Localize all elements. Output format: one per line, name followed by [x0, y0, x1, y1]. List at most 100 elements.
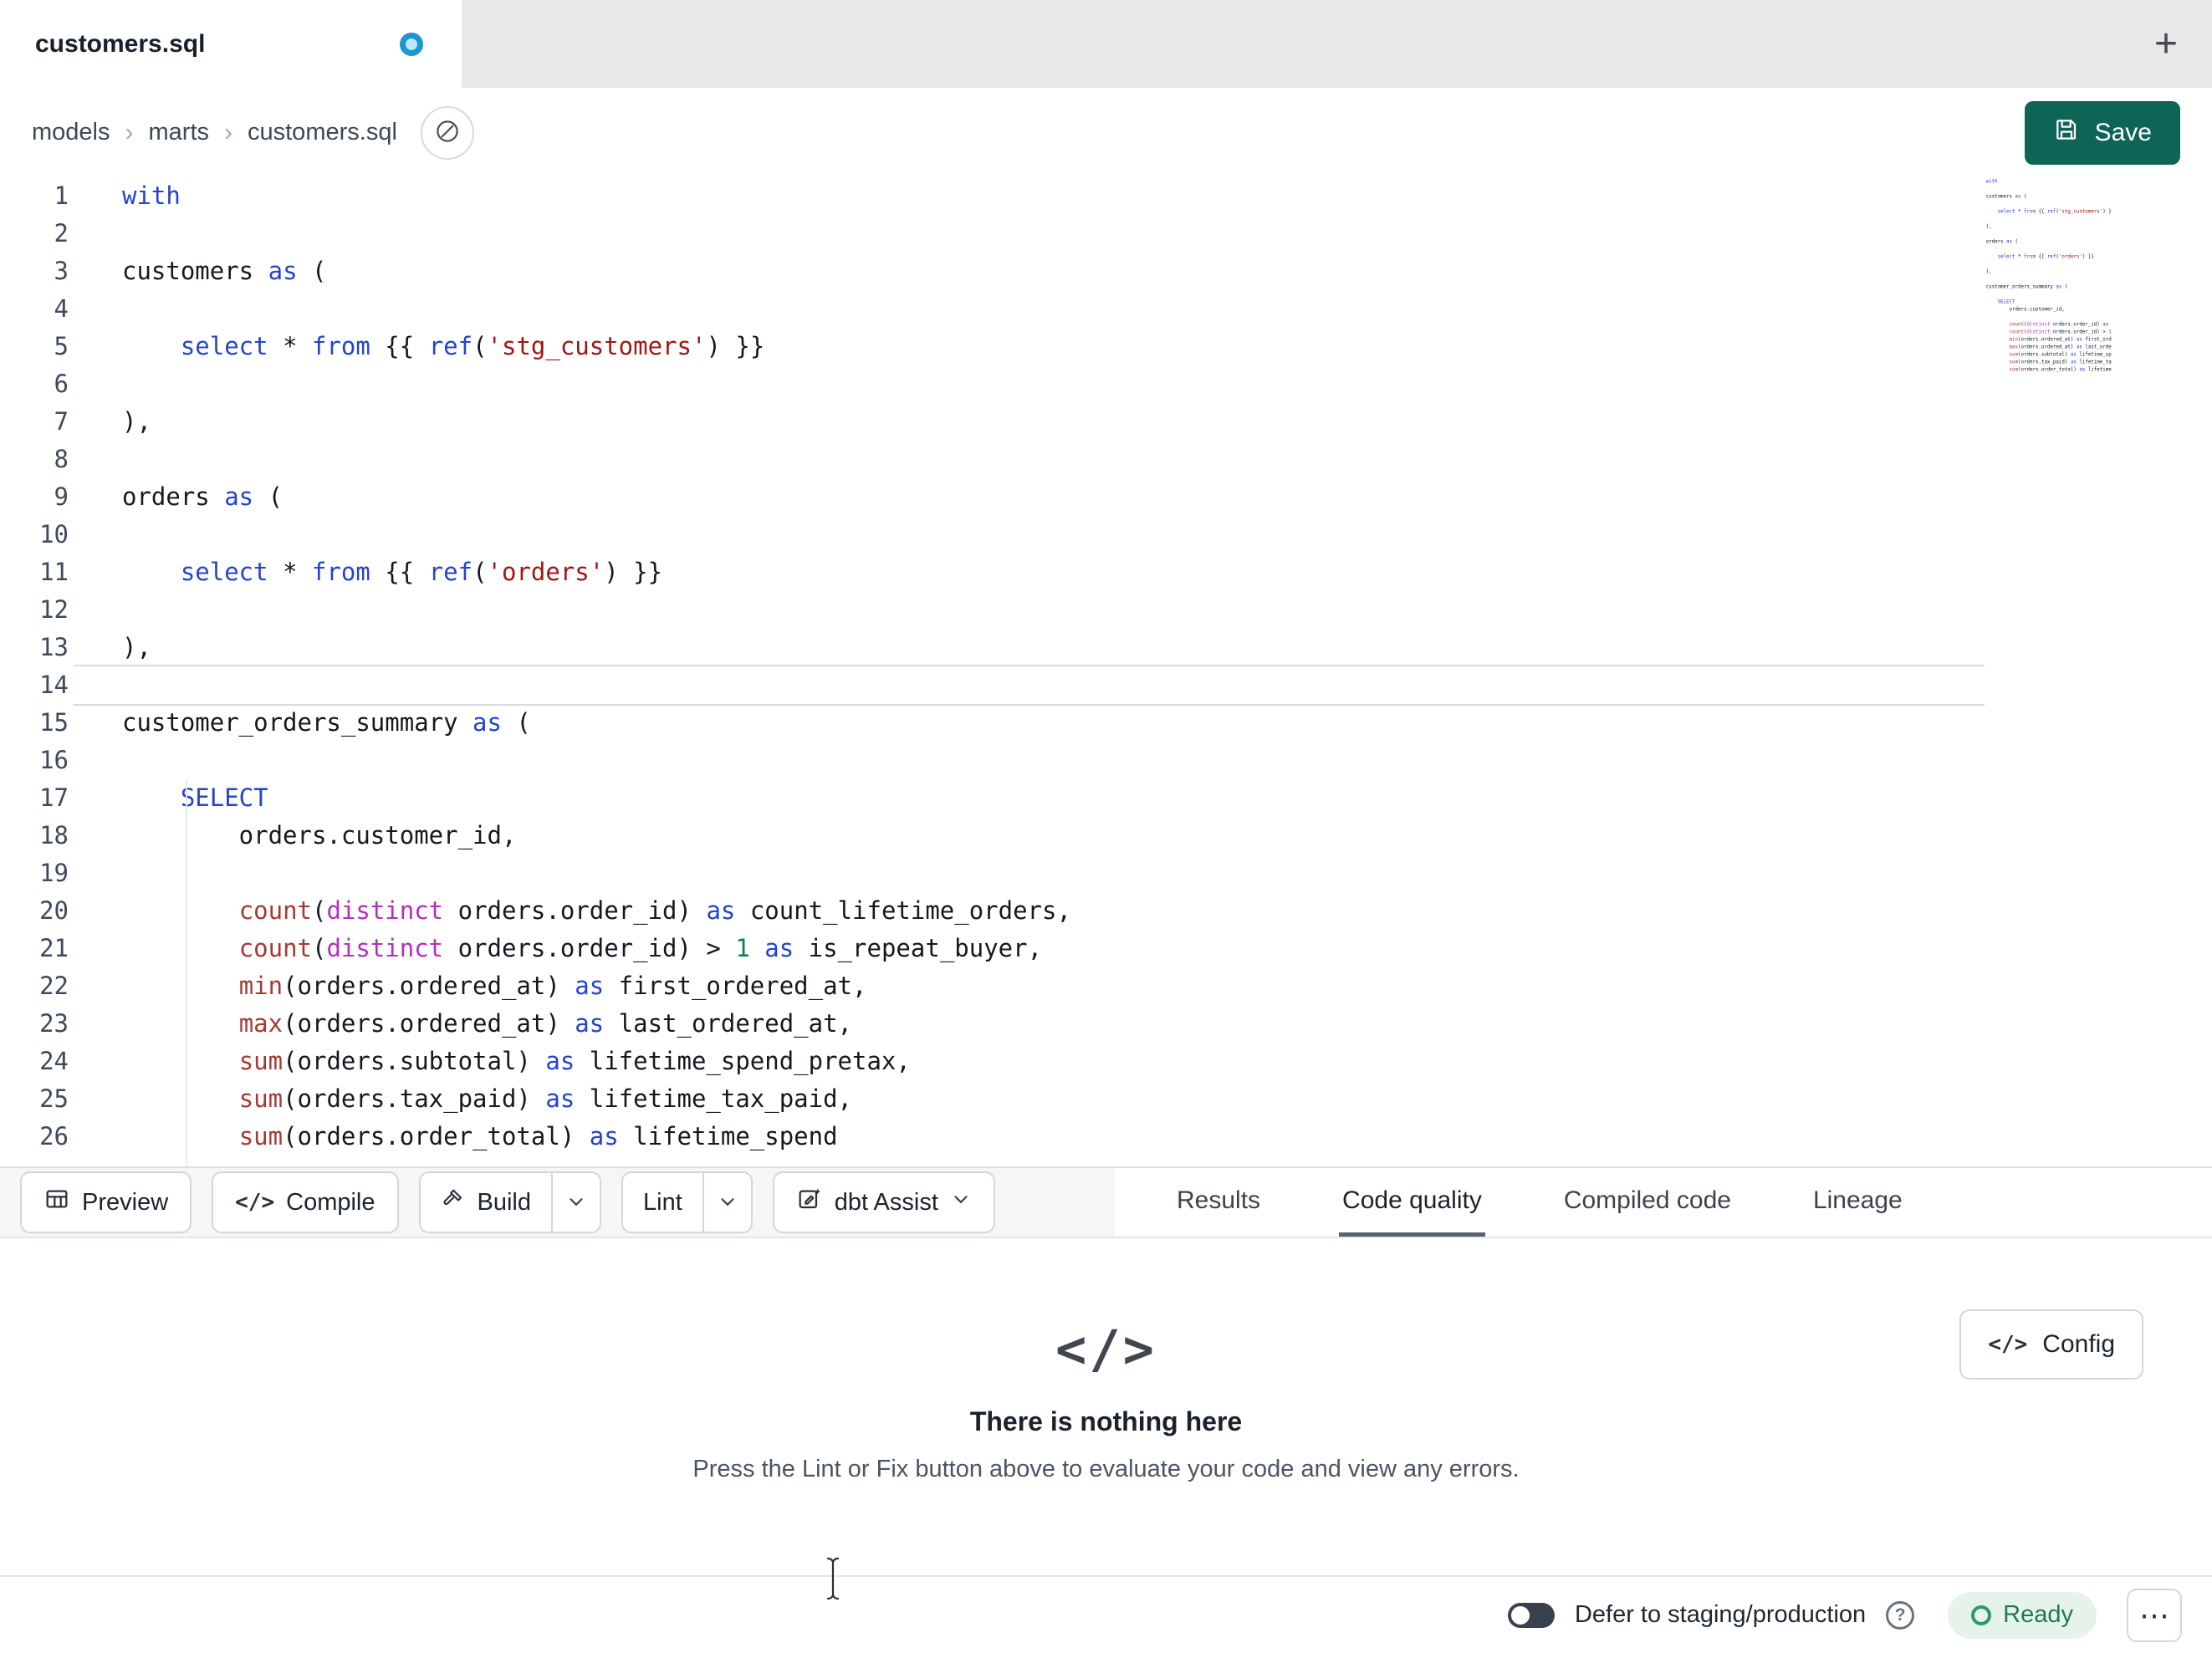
code-text[interactable] — [74, 516, 1985, 554]
code-line-13[interactable]: 13), — [1985, 268, 2112, 275]
code-line-12[interactable]: 12 — [1985, 260, 2112, 268]
code-line-23[interactable]: 23 max(orders.ordered_at) as last_ordere… — [1985, 343, 2112, 350]
code-line-14[interactable]: 14 — [1985, 275, 2112, 283]
code-line-20[interactable]: 20 count(distinct orders.order_id) as co… — [0, 892, 2212, 930]
code-text[interactable]: count(distinct orders.order_id) > 1 as i… — [1985, 328, 2112, 335]
code-line-11[interactable]: 11 select * from {{ ref('orders') }} — [0, 554, 2212, 591]
line-number[interactable]: 1 — [0, 177, 74, 215]
code-text[interactable]: orders.customer_id, — [74, 817, 1985, 855]
result-tab-lineage[interactable]: Lineage — [1810, 1168, 1906, 1237]
code-text[interactable]: orders.customer_id, — [1985, 305, 2112, 313]
code-text[interactable]: customers as ( — [1985, 192, 2112, 200]
code-text[interactable]: SELECT — [1985, 298, 2112, 305]
code-line-4[interactable]: 4 — [1985, 200, 2112, 207]
line-number[interactable]: 21 — [0, 930, 74, 967]
code-line-16[interactable]: 16 — [1985, 290, 2112, 298]
line-number[interactable]: 22 — [0, 967, 74, 1005]
dbt-assist-button[interactable]: dbt Assist — [772, 1171, 995, 1233]
code-line-3[interactable]: 3customers as ( — [1985, 192, 2112, 200]
code-line-2[interactable]: 2 — [1985, 185, 2112, 192]
code-text[interactable] — [74, 855, 1985, 892]
line-number[interactable]: 12 — [0, 591, 74, 629]
line-number[interactable]: 6 — [0, 365, 74, 403]
code-line-5[interactable]: 5 select * from {{ ref('stg_customers') … — [1985, 207, 2112, 215]
code-line-17[interactable]: 17 SELECT — [0, 779, 2212, 817]
preview-button[interactable]: Preview — [20, 1171, 192, 1233]
code-line-25[interactable]: 25 sum(orders.tax_paid) as lifetime_tax_… — [0, 1080, 2212, 1118]
line-number[interactable]: 23 — [0, 1005, 74, 1043]
code-text[interactable] — [74, 365, 1985, 403]
code-text[interactable]: sum(orders.subtotal) as lifetime_spend_p… — [74, 1043, 1985, 1080]
code-line-2[interactable]: 2 — [0, 215, 2212, 253]
code-line-15[interactable]: 15customer_orders_summary as ( — [0, 704, 2212, 742]
lint-dropdown-button[interactable] — [702, 1173, 751, 1232]
compile-button[interactable]: </> Compile — [212, 1171, 399, 1233]
code-line-26[interactable]: 26 sum(orders.order_total) as lifetime_s… — [1985, 365, 2112, 373]
code-text[interactable] — [1985, 200, 2112, 207]
code-line-19[interactable]: 19 — [1985, 313, 2112, 320]
line-number[interactable]: 25 — [0, 1080, 74, 1118]
line-number[interactable]: 9 — [0, 478, 74, 516]
lint-button[interactable]: Lint — [623, 1173, 702, 1232]
code-text[interactable] — [1985, 215, 2112, 222]
code-line-8[interactable]: 8 — [1985, 230, 2112, 237]
code-line-6[interactable]: 6 — [0, 365, 2212, 403]
code-line-10[interactable]: 10 — [1985, 245, 2112, 253]
code-text[interactable]: with — [74, 177, 1985, 215]
code-line-9[interactable]: 9orders as ( — [1985, 237, 2112, 245]
line-number[interactable]: 19 — [0, 855, 74, 892]
line-number[interactable]: 18 — [0, 817, 74, 855]
help-icon[interactable]: ? — [1886, 1600, 1915, 1630]
code-text[interactable]: with — [1985, 177, 2112, 185]
save-button[interactable]: Save — [2024, 100, 2180, 165]
line-number[interactable]: 14 — [0, 666, 74, 704]
code-text[interactable] — [74, 742, 1985, 779]
line-number[interactable]: 10 — [0, 516, 74, 554]
code-line-24[interactable]: 24 sum(orders.subtotal) as lifetime_spen… — [1985, 350, 2112, 358]
line-number[interactable]: 13 — [0, 629, 74, 666]
code-line-14[interactable]: 14 — [0, 666, 2212, 704]
code-line-5[interactable]: 5 select * from {{ ref('stg_customers') … — [0, 328, 2212, 365]
code-lines[interactable]: 1with23customers as (45 select * from {{… — [0, 177, 2212, 1156]
code-text[interactable]: select * from {{ ref('stg_customers') }} — [74, 328, 1985, 365]
code-text[interactable]: orders as ( — [1985, 237, 2112, 245]
code-text[interactable]: select * from {{ ref('stg_customers') }} — [1985, 207, 2112, 215]
code-text[interactable]: min(orders.ordered_at) as first_ordered_… — [74, 967, 1985, 1005]
code-line-23[interactable]: 23 max(orders.ordered_at) as last_ordere… — [0, 1005, 2212, 1043]
code-line-16[interactable]: 16 — [0, 742, 2212, 779]
line-number[interactable]: 26 — [0, 1118, 74, 1156]
code-line-18[interactable]: 18 orders.customer_id, — [0, 817, 2212, 855]
code-text[interactable] — [1985, 275, 2112, 283]
result-tab-results[interactable]: Results — [1173, 1168, 1264, 1237]
code-text[interactable]: ), — [1985, 222, 2112, 230]
code-text[interactable]: max(orders.ordered_at) as last_ordered_a… — [74, 1005, 1985, 1043]
result-tab-code-quality[interactable]: Code quality — [1339, 1168, 1485, 1237]
code-line-7[interactable]: 7), — [0, 403, 2212, 441]
line-number[interactable]: 4 — [0, 290, 74, 328]
code-line-25[interactable]: 25 sum(orders.tax_paid) as lifetime_tax_… — [1985, 358, 2112, 365]
code-line-6[interactable]: 6 — [1985, 215, 2112, 222]
code-line-18[interactable]: 18 orders.customer_id, — [1985, 305, 2112, 313]
code-line-17[interactable]: 17 SELECT — [1985, 298, 2112, 305]
code-line-21[interactable]: 21 count(distinct orders.order_id) > 1 a… — [1985, 328, 2112, 335]
code-text[interactable]: orders as ( — [74, 478, 1985, 516]
code-text[interactable] — [1985, 313, 2112, 320]
build-dropdown-button[interactable] — [551, 1173, 600, 1232]
code-text[interactable]: ), — [74, 629, 1985, 666]
code-text[interactable]: sum(orders.tax_paid) as lifetime_tax_pai… — [74, 1080, 1985, 1118]
line-number[interactable]: 17 — [0, 779, 74, 817]
config-button[interactable]: </> Config — [1959, 1309, 2143, 1380]
line-number[interactable]: 5 — [0, 328, 74, 365]
code-text[interactable]: max(orders.ordered_at) as last_ordered_a… — [1985, 343, 2112, 350]
code-line-19[interactable]: 19 — [0, 855, 2212, 892]
code-text[interactable]: count(distinct orders.order_id) as count… — [1985, 320, 2112, 328]
code-line-11[interactable]: 11 select * from {{ ref('orders') }} — [1985, 253, 2112, 260]
code-text[interactable]: count(distinct orders.order_id) as count… — [74, 892, 1985, 930]
code-text[interactable]: sum(orders.order_total) as lifetime_spen… — [74, 1118, 1985, 1156]
breadcrumb-customers-sql[interactable]: customers.sql — [248, 119, 397, 146]
code-line-20[interactable]: 20 count(distinct orders.order_id) as co… — [1985, 320, 2112, 328]
code-line-26[interactable]: 26 sum(orders.order_total) as lifetime_s… — [0, 1118, 2212, 1156]
minimap[interactable]: 1with23customers as (45 select * from {{… — [1985, 177, 2112, 382]
code-line-21[interactable]: 21 count(distinct orders.order_id) > 1 a… — [0, 930, 2212, 967]
code-line-1[interactable]: 1with — [0, 177, 2212, 215]
